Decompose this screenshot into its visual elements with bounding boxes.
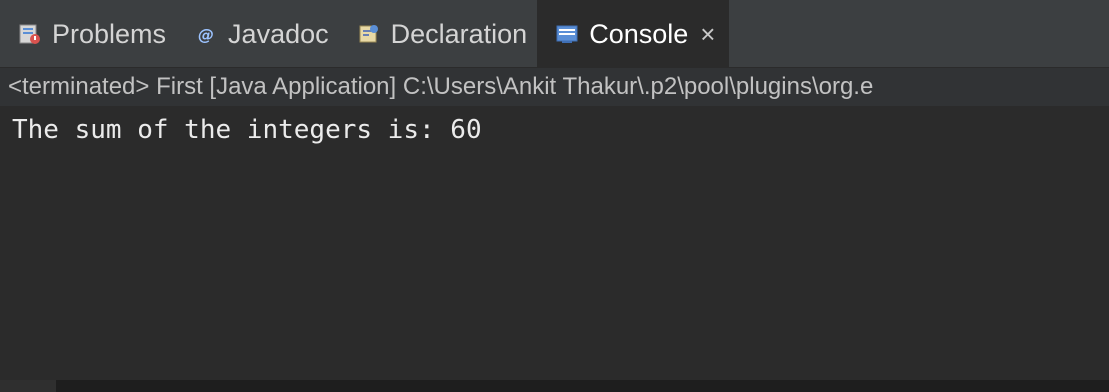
view-tab-bar: Problems @ Javadoc Declaration Console ×: [0, 0, 1109, 68]
console-icon: [555, 22, 579, 46]
scrollbar-corner: [0, 380, 56, 392]
console-output-line: The sum of the integers is: 60: [12, 115, 482, 145]
tab-problems[interactable]: Problems: [0, 0, 176, 68]
console-output[interactable]: The sum of the integers is: 60: [0, 106, 1109, 380]
svg-text:@: @: [198, 25, 214, 44]
close-icon[interactable]: ×: [700, 19, 715, 50]
console-process-label: <terminated> First [Java Application] C:…: [0, 68, 1109, 106]
declaration-icon: [357, 22, 381, 46]
tab-label: Javadoc: [228, 18, 329, 49]
tab-label: Console: [589, 18, 689, 49]
javadoc-icon: @: [194, 22, 218, 46]
tab-label: Declaration: [390, 18, 528, 49]
tab-javadoc[interactable]: @ Javadoc: [176, 0, 339, 68]
tab-declaration[interactable]: Declaration: [339, 0, 538, 68]
problems-icon: [18, 22, 42, 46]
tab-console[interactable]: Console ×: [537, 0, 730, 68]
tab-label: Problems: [52, 18, 167, 49]
horizontal-scrollbar[interactable]: [0, 380, 1109, 392]
